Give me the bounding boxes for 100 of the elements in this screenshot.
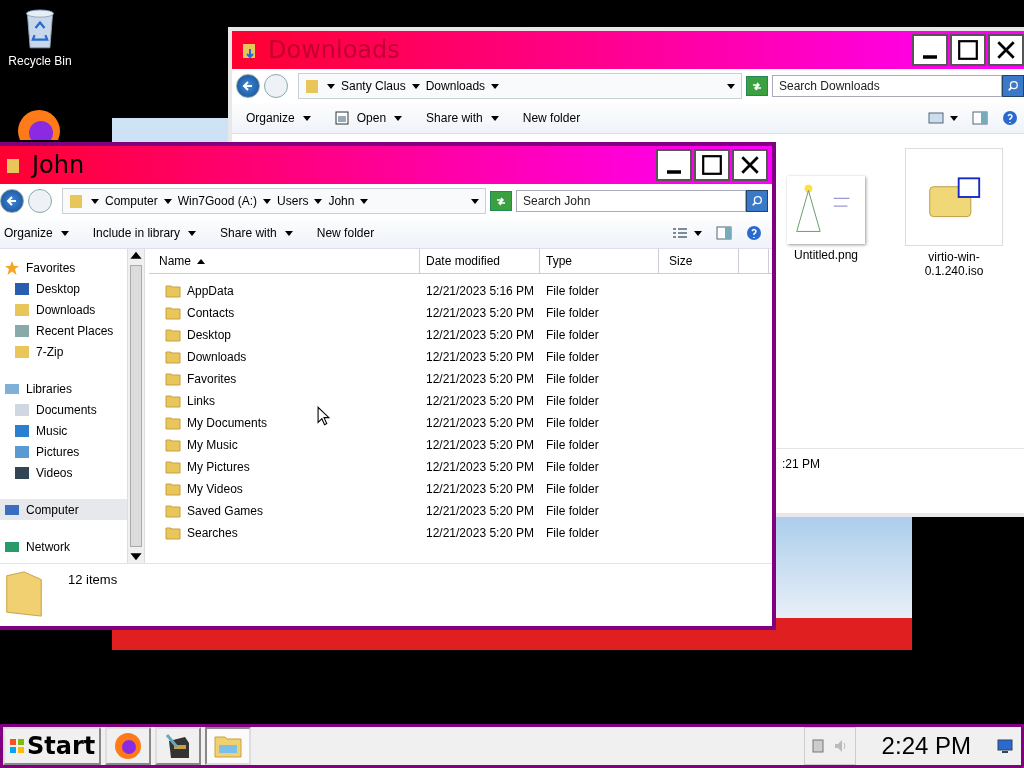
- toolbar-button[interactable]: New folder: [316, 222, 383, 244]
- search-icon: [751, 195, 763, 207]
- breadcrumb[interactable]: Downloads: [425, 79, 486, 93]
- toolbar-button[interactable]: Include in library: [92, 222, 205, 244]
- close-button[interactable]: [732, 149, 768, 181]
- file-name[interactable]: My Documents: [187, 416, 268, 430]
- close-button[interactable]: [988, 34, 1024, 66]
- desktop-icon-label[interactable]: Recycle Bin: [8, 54, 72, 68]
- browser-logo-icon: [113, 731, 144, 761]
- navigation-item[interactable]: Favorites: [0, 257, 127, 278]
- help-icon[interactable]: [746, 225, 762, 241]
- navigation-item[interactable]: Downloads: [0, 299, 127, 320]
- file-name[interactable]: My Videos: [187, 482, 243, 496]
- date-modified: 12/21/2023 5:16 PM: [426, 284, 535, 298]
- status-text: :21 PM: [782, 457, 820, 473]
- clock[interactable]: 2:24 PM: [859, 732, 993, 760]
- navigation-item[interactable]: Network: [0, 536, 127, 557]
- nav-icon: [14, 422, 30, 439]
- help-icon[interactable]: [1002, 110, 1018, 126]
- window-title: Downloads: [268, 36, 400, 64]
- file-name[interactable]: Desktop: [187, 328, 232, 342]
- search-field[interactable]: Search Downloads: [772, 75, 1002, 97]
- dropdown-icon[interactable]: [471, 197, 479, 205]
- address-bar[interactable]: Santy Claus Downloads: [298, 73, 742, 99]
- date-modified: 12/21/2023 5:20 PM: [426, 372, 535, 386]
- breadcrumb[interactable]: John: [328, 194, 355, 208]
- toolbar-button[interactable]: New folder: [522, 107, 589, 129]
- caret-icon: [411, 82, 420, 90]
- address-bar[interactable]: Computer Win7Good (A:) Users John: [62, 188, 486, 214]
- file-type: File folder: [546, 350, 599, 364]
- minimize-button[interactable]: [912, 34, 948, 66]
- folder-icon: [165, 459, 181, 475]
- file-name[interactable]: Favorites: [187, 372, 237, 386]
- caret-icon: [360, 197, 369, 205]
- file-name[interactable]: Links: [187, 394, 215, 408]
- file-type: File folder: [546, 460, 599, 474]
- file-name[interactable]: My Music: [187, 438, 238, 452]
- nav-icon: [14, 343, 30, 360]
- breadcrumb[interactable]: Win7Good (A:): [177, 194, 258, 208]
- toolbar-button[interactable]: Open: [334, 107, 411, 129]
- breadcrumb[interactable]: Computer: [105, 194, 158, 208]
- caret-icon: [327, 82, 335, 90]
- toolbar-button[interactable]: Share with: [426, 107, 507, 129]
- date-modified: 12/21/2023 5:20 PM: [426, 350, 535, 364]
- navigation-item[interactable]: Computer: [0, 499, 127, 520]
- file-name[interactable]: Untitled.png: [778, 248, 874, 262]
- search-button[interactable]: [1002, 75, 1024, 97]
- navigation-item[interactable]: Documents: [0, 399, 127, 420]
- toolbar-button[interactable]: Share with: [220, 222, 301, 244]
- toolbar-button[interactable]: Organize: [4, 222, 77, 244]
- monitor-icon[interactable]: [997, 738, 1013, 754]
- navigation-item[interactable]: Recent Places: [0, 320, 127, 341]
- column-header[interactable]: Date modified: [420, 249, 540, 273]
- dropdown-icon[interactable]: [727, 82, 735, 90]
- view-icon[interactable]: [928, 110, 944, 126]
- file-type: File folder: [546, 504, 599, 518]
- caret-icon[interactable]: [950, 114, 958, 122]
- navigation-item[interactable]: Desktop: [0, 278, 127, 299]
- taskbar-app-button[interactable]: [105, 727, 152, 765]
- scroll-thumb[interactable]: [130, 265, 142, 547]
- navigation-item[interactable]: 7-Zip: [0, 341, 127, 362]
- navigation-item[interactable]: Videos: [0, 462, 127, 483]
- file-name[interactable]: Contacts: [187, 306, 235, 320]
- minimize-button[interactable]: [656, 149, 692, 181]
- file-name[interactable]: My Pictures: [187, 460, 250, 474]
- column-header[interactable]: Name: [149, 249, 420, 273]
- navigation-item[interactable]: Pictures: [0, 441, 127, 462]
- maximize-icon: [957, 39, 979, 61]
- maximize-button[interactable]: [694, 149, 730, 181]
- caret-icon[interactable]: [694, 229, 702, 237]
- minimize-icon: [667, 170, 681, 174]
- folder-icon: [4, 570, 44, 618]
- refresh-button[interactable]: [490, 191, 512, 211]
- search-button[interactable]: [746, 190, 768, 212]
- navigation-item[interactable]: Libraries: [0, 378, 127, 399]
- back-button[interactable]: [236, 74, 260, 98]
- navigation-item[interactable]: Music: [0, 420, 127, 441]
- maximize-button[interactable]: [950, 34, 986, 66]
- nav-icon: [14, 280, 30, 297]
- column-header[interactable]: Size: [659, 249, 739, 273]
- breadcrumb[interactable]: Users: [277, 194, 309, 208]
- file-name[interactable]: Searches: [187, 526, 238, 540]
- file-name[interactable]: Downloads: [187, 350, 247, 364]
- caret-icon: [314, 197, 323, 205]
- start-button[interactable]: Start: [3, 727, 102, 765]
- file-name[interactable]: virtio-win-0.1.240.iso: [906, 250, 1002, 278]
- column-header[interactable]: Type: [540, 249, 659, 273]
- search-field[interactable]: Search John: [516, 190, 746, 212]
- back-button[interactable]: [0, 189, 24, 213]
- file-name[interactable]: AppData: [187, 284, 234, 298]
- folder-icon: [6, 156, 22, 174]
- toolbar-button[interactable]: Organize: [246, 107, 319, 129]
- breadcrumb[interactable]: Santy Claus: [341, 79, 406, 93]
- refresh-button[interactable]: [746, 76, 768, 96]
- preview-pane-icon[interactable]: [716, 225, 732, 241]
- taskbar-app-button[interactable]: [155, 727, 202, 765]
- file-name[interactable]: Saved Games: [187, 504, 264, 518]
- preview-pane-icon[interactable]: [972, 110, 988, 126]
- view-icon[interactable]: [672, 225, 688, 241]
- scrollbar[interactable]: [127, 249, 144, 563]
